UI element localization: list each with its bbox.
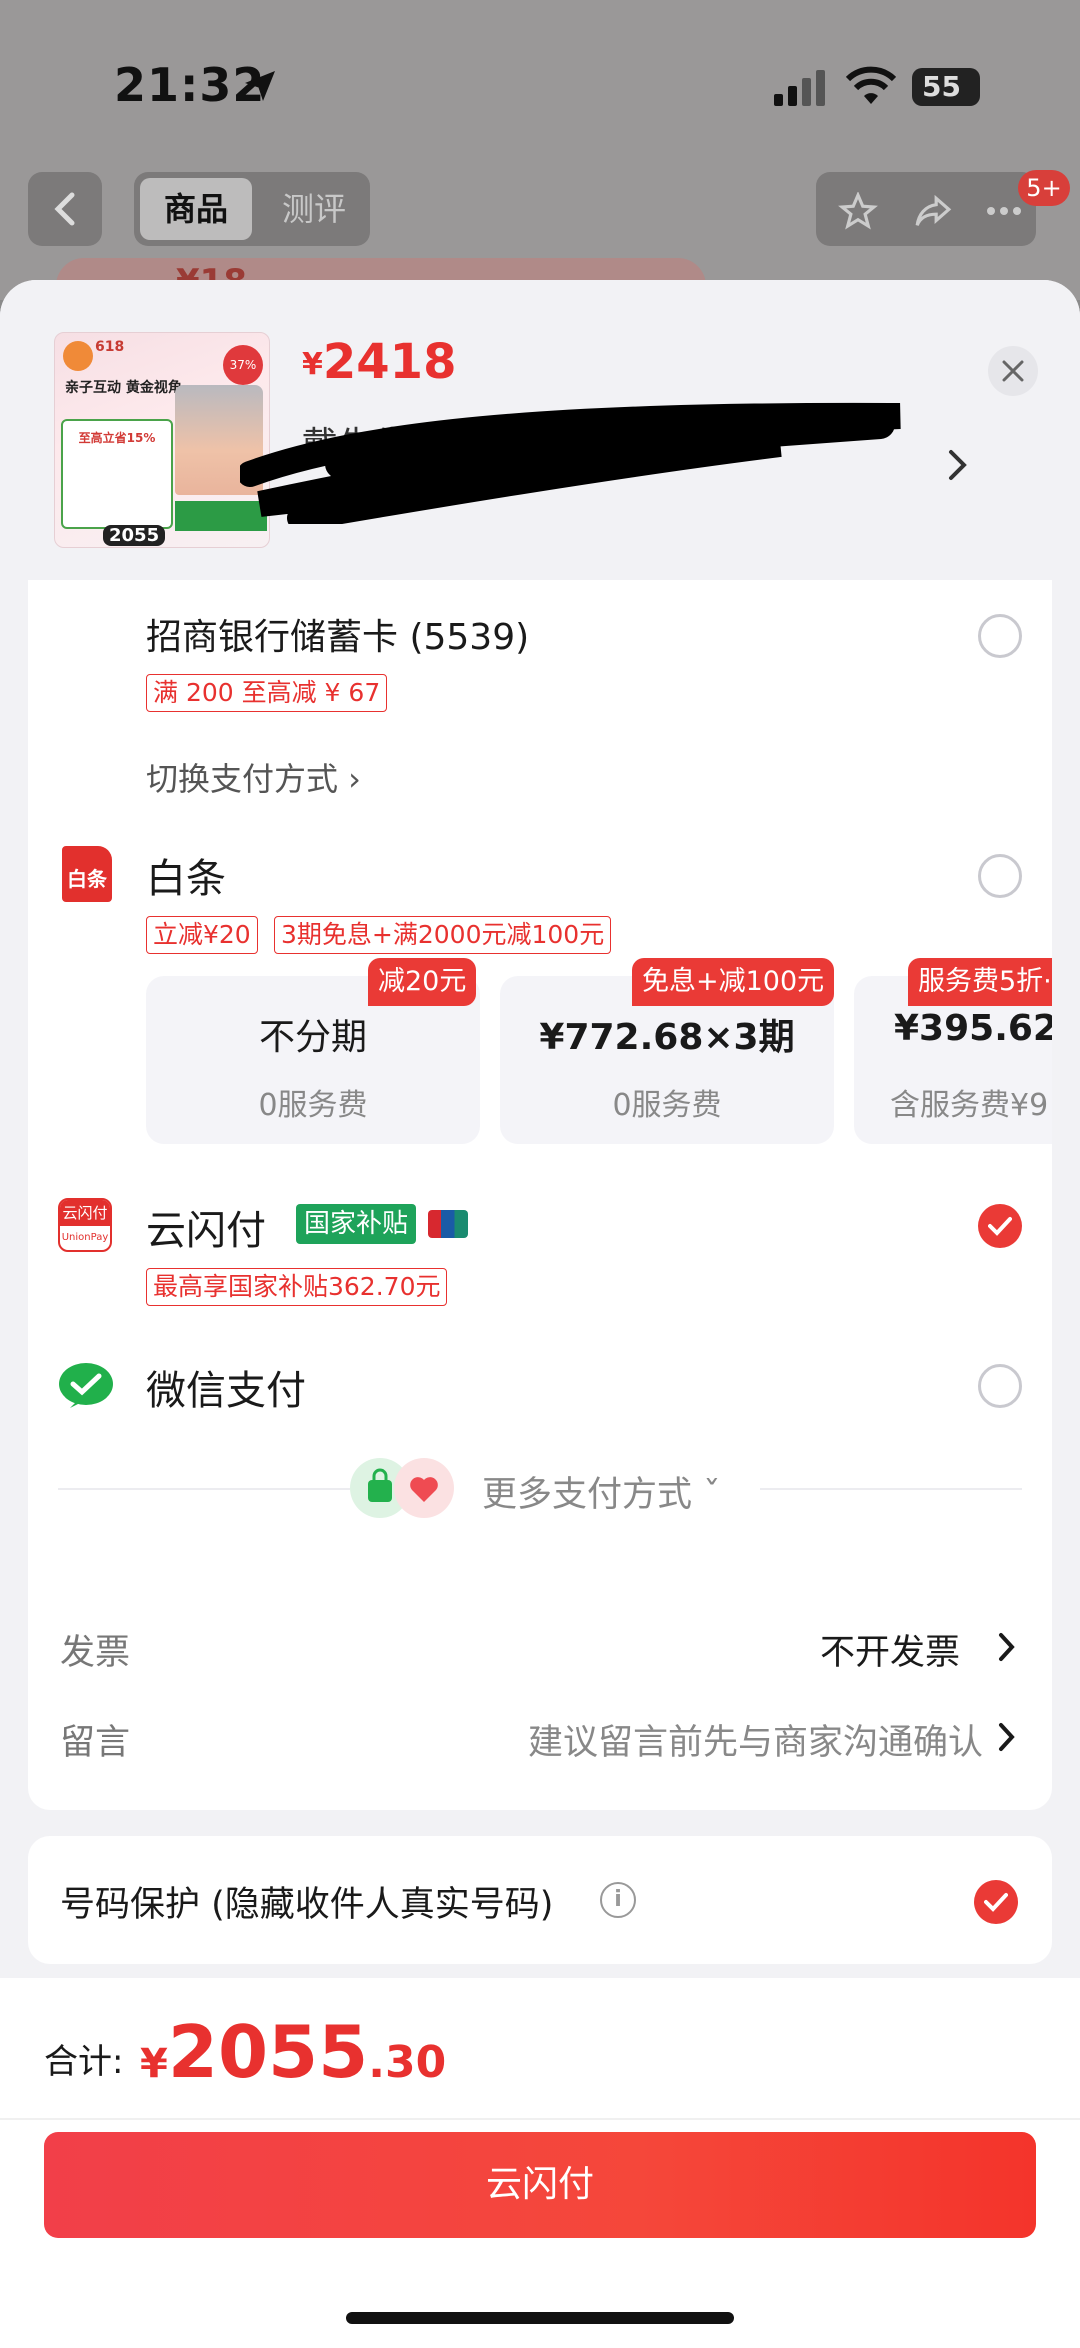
battery-icon: 55 — [912, 68, 980, 106]
home-indicator — [346, 2312, 734, 2324]
plan-1-sub: 0服务费 — [258, 1088, 368, 1123]
thumb-618: 618 — [95, 339, 125, 355]
thumb-title: 亲子互动 黄金视角 — [65, 380, 182, 396]
product-price: ¥2418 — [302, 334, 456, 390]
unionpay-logo-icon — [428, 1210, 468, 1238]
battery-level: 55 — [922, 70, 961, 103]
payment-unionpay-label[interactable]: 云闪付 — [146, 1198, 266, 1256]
total-amount: ¥2055.30 — [140, 2010, 446, 2094]
back-button[interactable] — [28, 172, 102, 246]
thumb-promo: 至高立省15% — [78, 431, 156, 445]
plan-3-sub: 含服务费¥9 — [890, 1088, 1049, 1123]
price-currency: ¥ — [302, 347, 323, 382]
more-payment-text: 更多支付方式 ˇ — [482, 1475, 721, 1515]
invoice-label: 发票 — [60, 1633, 131, 1673]
payment-baitiao-label[interactable]: 白条 — [146, 846, 226, 904]
back-icon — [54, 192, 75, 226]
invoice-value[interactable]: 不开发票 — [820, 1624, 960, 1675]
payment-baitiao-tag-2: 3期免息+满2000元减100元 — [274, 916, 612, 954]
thumb-logo — [63, 341, 93, 371]
check-icon — [988, 1217, 1012, 1236]
thumb-discount: 37% off — [223, 345, 263, 412]
info-icon[interactable]: i — [600, 1882, 636, 1918]
nav-actions — [816, 172, 1036, 246]
heart-pay-icon — [394, 1458, 454, 1518]
switch-payment-method-link[interactable]: 切换支付方式 › — [146, 754, 361, 800]
more-payment-methods[interactable]: 更多支付方式 ˇ — [350, 1458, 770, 1522]
wechat-pay-icon — [59, 1363, 113, 1408]
plan-2-main: ¥772.68×3期 — [539, 1017, 795, 1058]
payment-cmb-radio[interactable] — [978, 614, 1022, 658]
share-icon[interactable] — [912, 192, 954, 230]
plan-1-tag: 减20元 — [368, 958, 477, 1006]
redaction-scribble — [240, 402, 901, 524]
close-button[interactable] — [988, 346, 1038, 396]
payment-baitiao-tag-1: 立减¥20 — [146, 916, 258, 954]
star-icon[interactable] — [838, 192, 878, 230]
product-thumbnail[interactable]: 618 亲子互动 黄金视角 37% off 至高立省15% 2055 — [54, 332, 270, 548]
cart-badge: 5+ — [1018, 170, 1070, 206]
divider-left — [58, 1488, 350, 1490]
pay-button[interactable]: 云闪付 — [44, 2132, 1036, 2238]
plan-3-tag: 服务费5折· — [908, 958, 1052, 1006]
payment-baitiao-radio[interactable] — [978, 854, 1022, 898]
note-label: 留言 — [60, 1723, 131, 1763]
thumb-price: 2055 — [103, 525, 166, 546]
location-arrow-icon — [245, 71, 275, 101]
note-input[interactable]: 建议留言前先与商家沟通确认 — [528, 1714, 983, 1765]
payment-wechat-label[interactable]: 微信支付 — [146, 1358, 306, 1416]
thumb-promo-box: 至高立省15% — [61, 419, 173, 529]
signal-icon — [774, 70, 825, 106]
unionpay-icon: 云闪付 UnionPay — [58, 1198, 112, 1252]
tab-product[interactable]: 商品 — [140, 178, 252, 240]
payment-wechat-radio[interactable] — [978, 1364, 1022, 1408]
total-decimal: .30 — [368, 2037, 447, 2088]
payment-unionpay-radio[interactable] — [978, 1204, 1022, 1248]
total-integer: 2055 — [167, 2010, 369, 2094]
page-tabs: 商品 测评 — [134, 172, 370, 246]
more-icon[interactable] — [986, 206, 1022, 216]
footer-divider — [0, 2118, 1080, 2120]
check-icon — [984, 1893, 1008, 1912]
plan-2-sub: 0服务费 — [612, 1088, 722, 1123]
plan-2-tag: 免息+减100元 — [632, 958, 835, 1006]
close-icon — [1002, 360, 1024, 382]
payment-cmb-tag: 满 200 至高减 ¥ 67 — [146, 674, 388, 712]
note-chevron-icon[interactable] — [998, 1722, 1016, 1752]
national-subsidy-badge: 国家补贴 — [296, 1204, 417, 1244]
status-bar: 21:32 55 — [0, 0, 1080, 170]
chevron-right-icon[interactable] — [946, 448, 970, 482]
number-protection-label: 号码保护 (隐藏收件人真实号码) — [60, 1885, 554, 1925]
total-label: 合计: — [44, 2042, 124, 2082]
baitiao-icon: 白条 — [62, 846, 112, 902]
unionpay-icon-top: 云闪付 — [60, 1200, 110, 1226]
price-value: 2418 — [322, 334, 457, 390]
number-protection-toggle[interactable] — [974, 1880, 1018, 1924]
payment-unionpay-tag: 最高享国家补贴362.70元 — [146, 1268, 448, 1306]
total-currency: ¥ — [140, 2041, 168, 2087]
wifi-icon — [846, 66, 896, 104]
tab-review[interactable]: 测评 — [264, 178, 364, 240]
divider-right — [760, 1488, 1022, 1490]
payment-cmb-label[interactable]: 招商银行储蓄卡 (5539) — [146, 608, 529, 660]
order-options-card — [28, 1588, 1052, 1810]
invoice-chevron-icon[interactable] — [998, 1632, 1016, 1662]
unionpay-icon-bottom: UnionPay — [61, 1232, 109, 1243]
plan-3-main: ¥395.62× — [894, 1008, 1052, 1049]
plan-1-main: 不分期 — [258, 1017, 367, 1058]
sheet-header: 618 亲子互动 黄金视角 37% off 至高立省15% 2055 ¥2418… — [0, 280, 1080, 580]
